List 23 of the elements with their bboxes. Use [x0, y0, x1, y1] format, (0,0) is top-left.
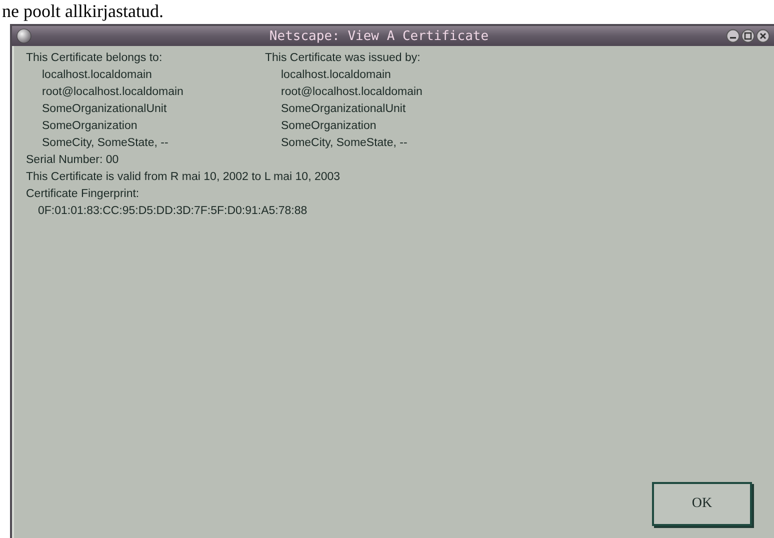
section-heading: This Certificate was issued by:: [265, 51, 420, 66]
serial-number: Serial Number: 00: [26, 153, 119, 168]
owner-field: root@localhost.localdomain: [42, 84, 184, 101]
minimize-icon[interactable]: [726, 29, 740, 43]
section-heading: This Certificate belongs to:: [26, 51, 162, 66]
owner-field: SomeOrganization: [42, 118, 138, 135]
close-icon[interactable]: [756, 29, 770, 43]
maximize-icon[interactable]: [741, 29, 755, 43]
fingerprint-value: 0F:01:01:83:CC:95:D5:DD:3D:7F:5F:D0:91:A5:78:88: [38, 204, 308, 219]
validity-text: This Certificate is valid from R mai 10, 2002 to L mai 10, 2003: [26, 170, 340, 185]
owner-field: SomeCity, SomeState, --: [42, 135, 168, 152]
window-title: Netscape: View A Certificate: [268, 28, 490, 44]
issuer-field: SomeOrganizationalUnit: [281, 101, 406, 118]
page-caption: ne poolt allkirjastatud.: [1, 0, 164, 22]
issuer-field: SomeCity, SomeState, --: [281, 135, 408, 152]
issuer-field: root@localhost.localdomain: [281, 84, 422, 101]
ok-button[interactable]: OK: [652, 482, 752, 526]
owner-field: SomeOrganizationalUnit: [42, 101, 167, 118]
window-menu-icon[interactable]: [16, 28, 32, 44]
fingerprint-label: Certificate Fingerprint:: [26, 187, 140, 202]
issuer-field: localhost.localdomain: [281, 67, 391, 84]
owner-field: localhost.localdomain: [42, 67, 152, 84]
issuer-field: SomeOrganization: [281, 118, 376, 135]
